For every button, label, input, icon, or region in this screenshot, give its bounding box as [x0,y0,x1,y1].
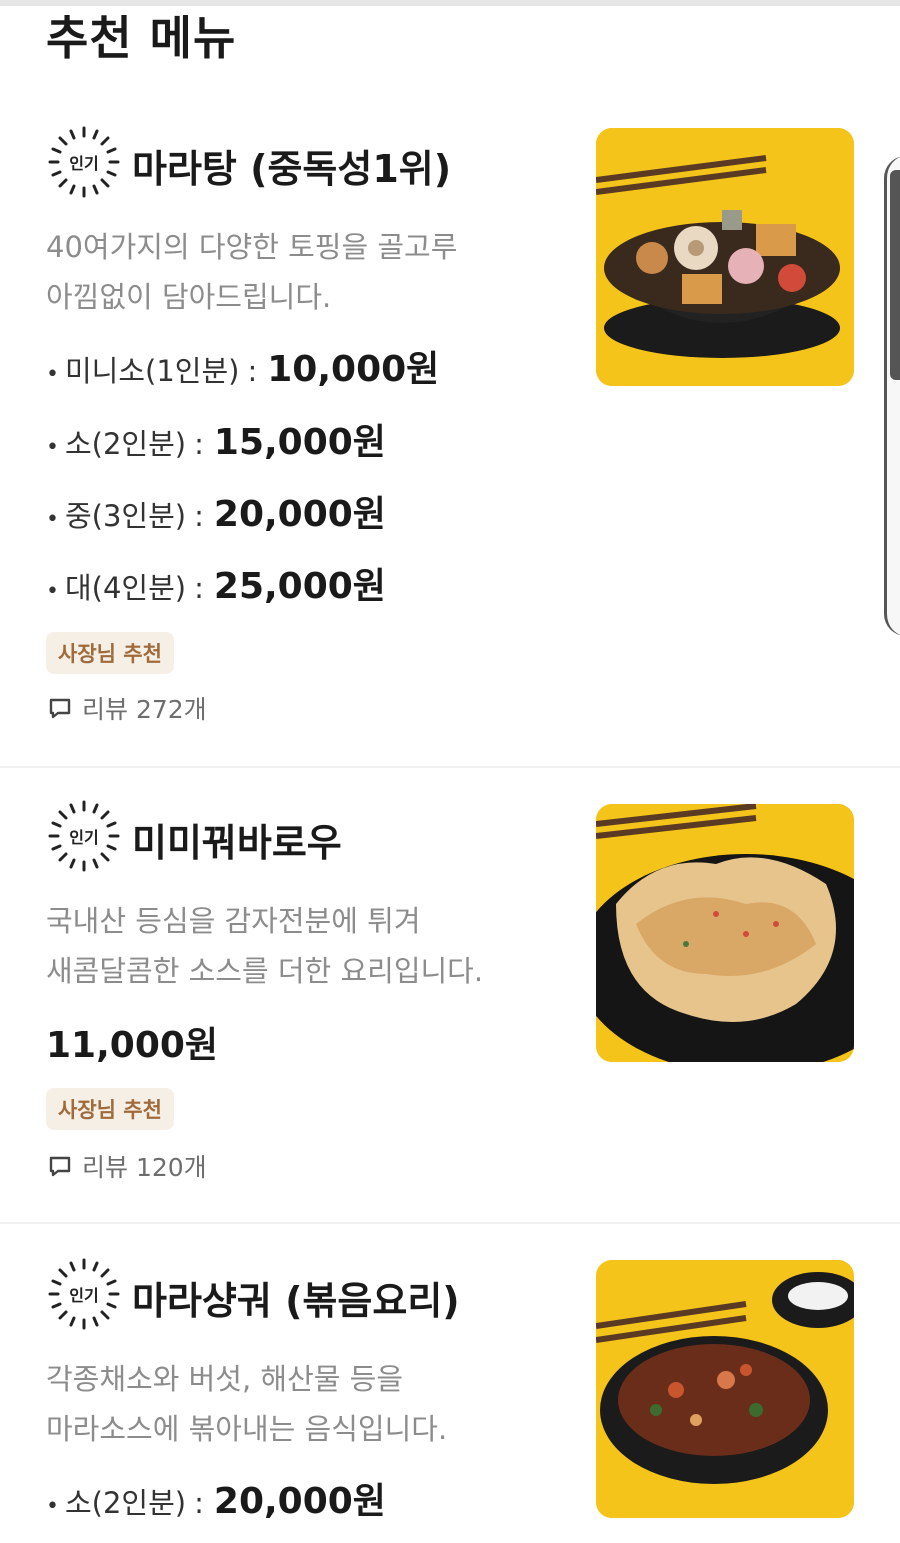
menu-photo-malatang[interactable] [596,128,854,386]
separator: : [194,427,204,461]
price-option: • 미니소(1인분) : 10,000원 [46,340,439,392]
popular-badge-label: 인기 [69,1286,99,1305]
price-amount: 10,000원 [267,349,440,390]
menu-item-name: 미미꿔바로우 [132,821,342,865]
price-amount: 20,000원 [213,494,386,535]
price-amount: 25,000원 [213,566,386,607]
item-divider [0,766,900,768]
menu-item-description: 각종채소와 버섯, 해산물 등을 마라소스에 볶아내는 음식입니다. [46,1354,566,1454]
owner-recommend-tag: 사장님 추천 [46,632,174,674]
bullet: • [46,579,59,604]
page-title: 추천 메뉴 [46,11,237,65]
description-line: 마라소스에 볶아내는 음식입니다. [46,1412,448,1446]
price-option-label: 소(2인분) [64,1486,187,1520]
description-line: 40여가지의 다양한 토핑을 골고루 [46,230,458,264]
price-amount: 15,000원 [213,422,386,463]
menu-item-description: 40여가지의 다양한 토핑을 골고루 아낌없이 담아드립니다. [46,222,566,322]
review-count[interactable]: 리뷰 120개 [46,1148,207,1184]
popular-badge-label: 인기 [69,828,99,847]
description-line: 새콤달콤한 소스를 더한 요리입니다. [46,954,484,988]
speech-bubble-icon [49,1156,71,1177]
price-option: • 소(2인분) : 20,000원 [46,1472,386,1524]
menu-photo-guobaorou[interactable] [596,804,854,1062]
description-line: 아낌없이 담아드립니다. [46,280,332,314]
price-option-label: 미니소(1인분) [64,354,240,388]
owner-recommend-tag: 사장님 추천 [46,1088,174,1130]
bullet: • [46,1494,59,1519]
price-option: • 대(4인분) : 25,000원 [46,557,386,609]
price-option: • 중(3인분) : 20,000원 [46,485,386,537]
menu-item-description: 국내산 등심을 감자전분에 튀겨 새콤달콤한 소스를 더한 요리입니다. [46,896,566,996]
bullet: • [46,362,59,387]
price-amount: 11,000원 [46,1025,219,1066]
description-line: 국내산 등심을 감자전분에 튀겨 [46,904,421,938]
scrollbar-thumb[interactable] [890,170,900,380]
popular-badge-icon: 인기 [46,1256,122,1332]
menu-item-name: 마라탕 (중독성1위) [132,147,452,191]
review-count[interactable]: 리뷰 272개 [46,690,207,726]
price-option-label: 소(2인분) [64,427,187,461]
separator: : [194,1486,204,1520]
price-amount: 20,000원 [213,1481,386,1522]
separator: : [247,354,258,388]
separator: : [194,499,204,533]
popular-badge-label: 인기 [69,154,99,173]
menu-photo-malaxiangguo[interactable] [596,1260,854,1518]
item-divider [0,1222,900,1224]
review-count-label: 리뷰 120개 [82,1153,207,1182]
price-option-label: 중(3인분) [64,499,187,533]
separator: : [194,571,204,605]
menu-item-name: 마라샹궈 (볶음요리) [132,1279,460,1323]
price-option: • 소(2인분) : 15,000원 [46,413,386,465]
speech-bubble-icon [49,698,71,719]
bullet: • [46,507,59,532]
description-line: 각종채소와 버섯, 해산물 등을 [46,1362,404,1396]
price-option-label: 대(4인분) [64,571,187,605]
popular-badge-icon: 인기 [46,798,122,874]
popular-badge-icon: 인기 [46,124,122,200]
review-count-label: 리뷰 272개 [82,695,207,724]
bullet: • [46,435,59,460]
